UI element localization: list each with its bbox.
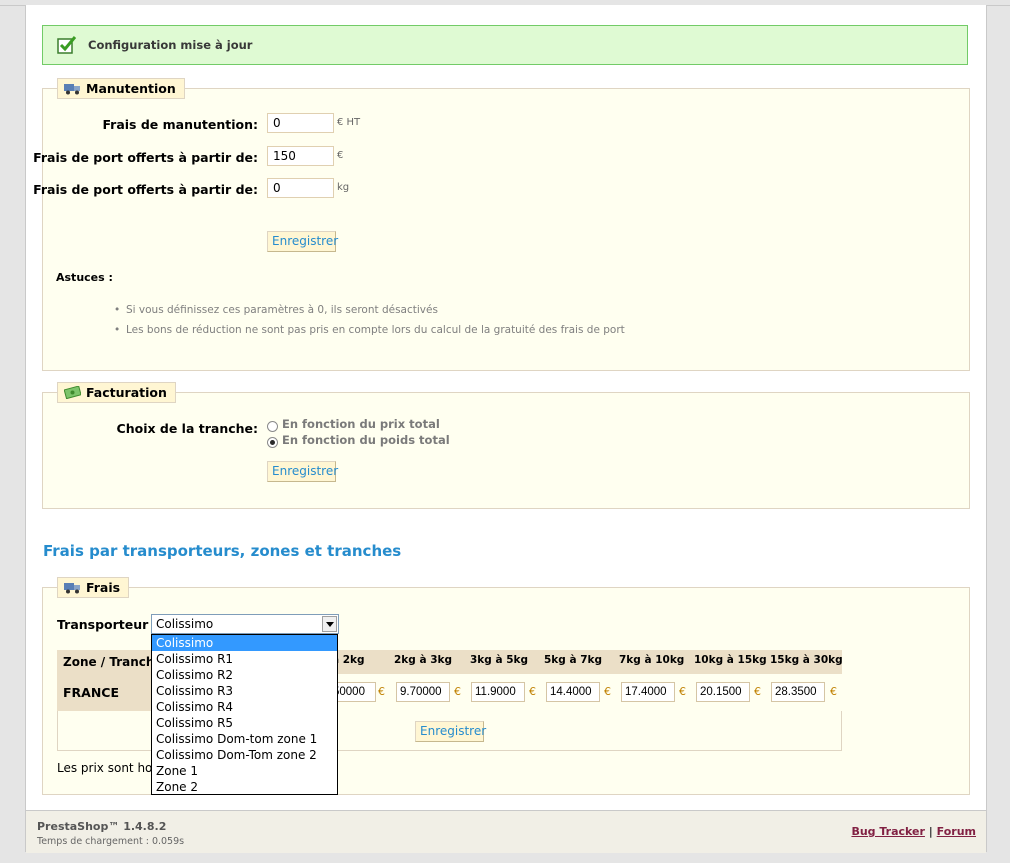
carrier-option[interactable]: Zone 1 (152, 763, 337, 779)
manutention-legend: Manutention (57, 78, 185, 99)
manutention-save-button[interactable]: Enregistrer (267, 231, 338, 252)
carrier-option[interactable]: Colissimo R5 (152, 715, 337, 731)
range-header: 15kg à 30kg (770, 654, 843, 666)
price-range-radio[interactable] (267, 421, 278, 432)
weight-range-radio[interactable] (267, 437, 278, 448)
carrier-select[interactable]: Colissimo (151, 614, 339, 634)
range-choice-label: Choix de la tranche: (116, 421, 258, 436)
rate-input[interactable] (771, 682, 825, 702)
euro-symbol: € (529, 685, 536, 698)
carrier-option[interactable]: Colissimo R3 (152, 683, 337, 699)
euro-symbol: € (378, 685, 385, 698)
frais-save-button[interactable]: Enregistrer (415, 721, 486, 742)
frais-legend: Frais (57, 577, 130, 598)
free-shipping-weight-input[interactable] (267, 178, 334, 198)
manutention-legend-label: Manutention (86, 81, 176, 96)
range-header: 3kg à 5kg (470, 654, 529, 666)
footer-links: Bug Tracker | Forum (851, 825, 976, 838)
confirmation-message: Configuration mise à jour (42, 25, 968, 65)
handling-fee-input[interactable] (267, 113, 334, 133)
frais-legend-label: Frais (86, 580, 121, 595)
carrier-option[interactable]: Colissimo R1 (152, 651, 337, 667)
facturation-legend-label: Facturation (86, 385, 167, 400)
euro-symbol: € (679, 685, 686, 698)
range-header: 7kg à 10kg (619, 654, 685, 666)
carrier-option[interactable]: Colissimo R4 (152, 699, 337, 715)
chevron-down-icon[interactable] (322, 616, 337, 632)
rate-input[interactable] (546, 682, 600, 702)
facturation-legend: Facturation (57, 382, 176, 403)
carrier-dropdown-list: Colissimo Colissimo R1 Colissimo R2 Coli… (151, 634, 338, 795)
money-icon (64, 386, 81, 399)
euro-symbol: € (754, 685, 761, 698)
free-shipping-price-input[interactable] (267, 146, 334, 166)
handling-fee-unit: € HT (337, 117, 361, 128)
rate-input[interactable] (471, 682, 525, 702)
section-title: Frais par transporteurs, zones et tranch… (43, 542, 402, 560)
free-shipping-price-label: Frais de port offerts à partir de: (33, 150, 258, 165)
facturation-save-button[interactable]: Enregistrer (267, 461, 338, 482)
truck-icon (64, 583, 80, 594)
carrier-option[interactable]: Colissimo Dom-tom zone 1 (152, 731, 337, 747)
facturation-fieldset (42, 392, 970, 509)
tip-item: Les bons de réduction ne sont pas pris e… (114, 324, 625, 336)
euro-symbol: € (454, 685, 461, 698)
range-header: 10kg à 15kg (694, 654, 767, 666)
zone-row-label: FRANCE (57, 674, 152, 711)
bug-tracker-link[interactable]: Bug Tracker (851, 825, 925, 838)
tip-item: Si vous définissez ces paramètres à 0, i… (114, 304, 438, 316)
rate-input[interactable] (621, 682, 675, 702)
zone-name: FRANCE (63, 685, 120, 700)
tips-title: Astuces : (56, 271, 113, 284)
page-footer: PrestaShop™ 1.4.8.2 Temps de chargement … (26, 810, 986, 853)
forum-link[interactable]: Forum (937, 825, 976, 838)
carrier-selected-value: Colissimo (156, 617, 214, 631)
free-shipping-price-unit: € (337, 150, 344, 161)
range-header: 2kg à 3kg (394, 654, 453, 666)
price-range-label[interactable]: En fonction du prix total (282, 417, 440, 431)
rate-input[interactable] (396, 682, 450, 702)
weight-range-label[interactable]: En fonction du poids total (282, 433, 450, 447)
carrier-option[interactable]: Colissimo Dom-Tom zone 2 (152, 747, 337, 763)
confirmation-text: Configuration mise à jour (88, 38, 253, 52)
version-text: PrestaShop™ 1.4.8.2 (37, 820, 167, 833)
rate-input[interactable] (696, 682, 750, 702)
load-time-text: Temps de chargement : 0.059s (37, 836, 185, 847)
euro-symbol: € (830, 685, 837, 698)
truck-icon (64, 84, 80, 95)
admin-page: Configuration mise à jour Manutention Fr… (25, 5, 987, 853)
checkmark-icon (57, 36, 77, 54)
zone-range-header: Zone / Tranch (63, 655, 155, 669)
carrier-option[interactable]: Colissimo (152, 635, 337, 651)
handling-fee-label: Frais de manutention: (102, 117, 258, 132)
carrier-option[interactable]: Colissimo R2 (152, 667, 337, 683)
prices-note: Les prix sont ho (57, 761, 153, 775)
carrier-option[interactable]: Zone 2 (152, 779, 337, 795)
carrier-label: Transporteur : (57, 617, 158, 632)
range-header: 5kg à 7kg (544, 654, 603, 666)
euro-symbol: € (604, 685, 611, 698)
free-shipping-weight-unit: kg (337, 182, 350, 193)
footer-separator: | (928, 825, 933, 838)
free-shipping-weight-label: Frais de port offerts à partir de: (33, 182, 258, 197)
